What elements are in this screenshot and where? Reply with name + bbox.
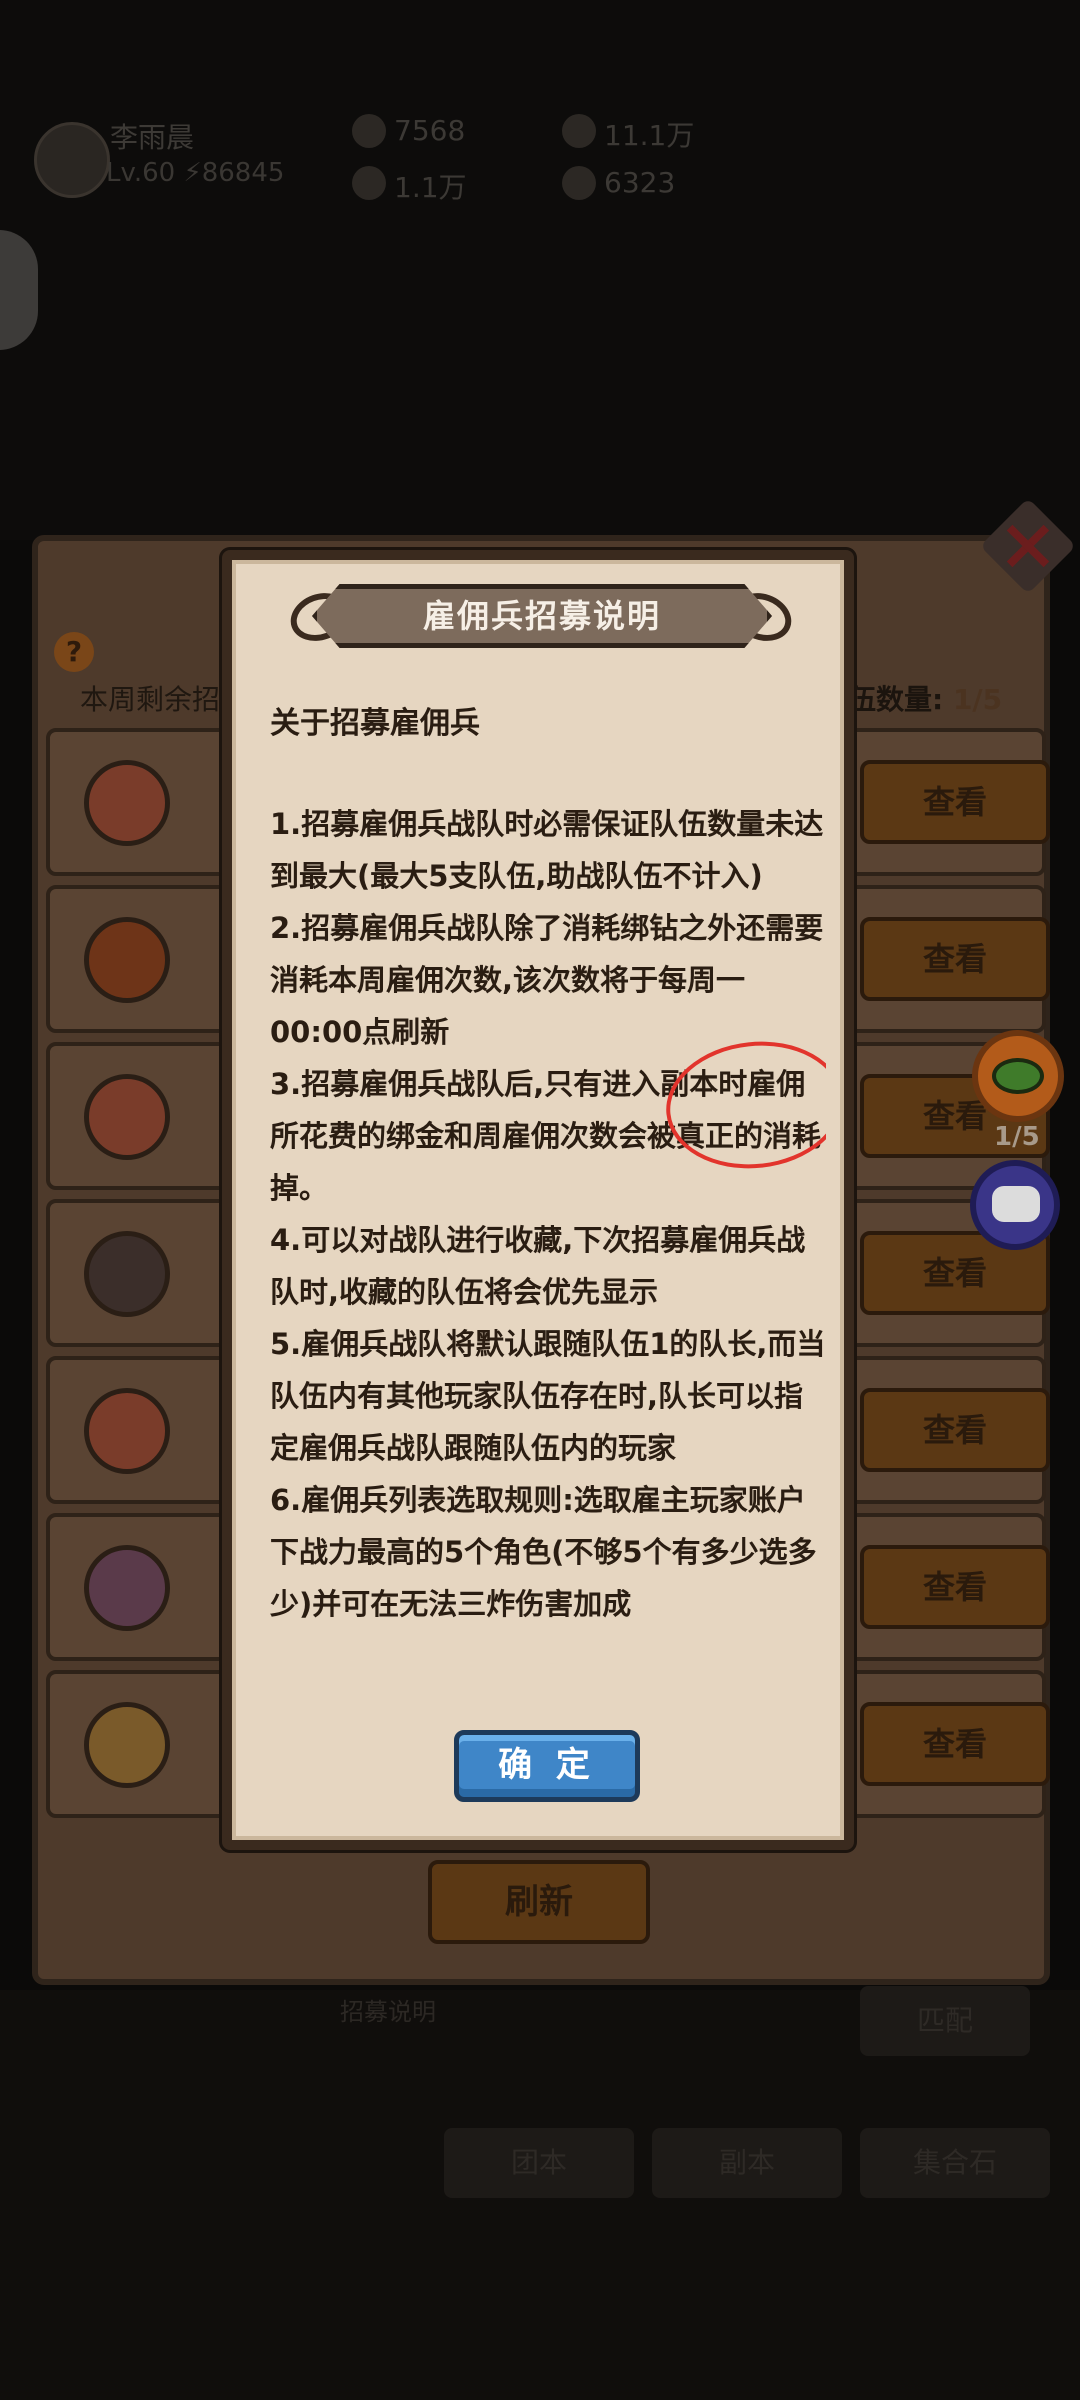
view-button[interactable]: 查看 (860, 1545, 1050, 1629)
rule-4: 4.可以对战队进行收藏,下次招募雇佣兵战队时,收藏的队伍将会优先显示 (270, 1223, 806, 1309)
rule-1: 1.招募雇佣兵战队时必需保证队伍数量未达到最大(最大5支队伍,助战队伍不计入) (270, 807, 824, 893)
view-button[interactable]: 查看 (860, 917, 1050, 1001)
chat-icon[interactable] (970, 1160, 1060, 1250)
eye-count: 1/5 (994, 1122, 1040, 1152)
player-name: 李雨晨 (110, 121, 195, 154)
section-title: 关于招募雇佣兵 (270, 706, 480, 741)
tab-raid[interactable]: 团本 (444, 2128, 634, 2198)
view-button[interactable]: 查看 (860, 1702, 1050, 1786)
confirm-button[interactable]: 确 定 (454, 1730, 640, 1802)
background-top-area (0, 0, 1080, 540)
view-button[interactable]: 查看 (860, 760, 1050, 844)
dialog-body[interactable]: 关于招募雇佣兵 1.招募雇佣兵战队时必需保证队伍数量未达到最大(最大5支队伍,助… (270, 698, 826, 1658)
recruit-info-dialog: 雇佣兵招募说明 关于招募雇佣兵 1.招募雇佣兵战队时必需保证队伍数量未达到最大(… (222, 550, 854, 1850)
resource-gold: 11.1万 (604, 119, 695, 152)
week-remaining-label: 本周剩余招 (80, 683, 221, 716)
tab-dungeon[interactable]: 副本 (652, 2128, 842, 2198)
mercenary-avatar (84, 1702, 170, 1788)
mercenary-avatar (84, 1388, 170, 1474)
resource-bound-diamond: 1.1万 (394, 171, 467, 204)
view-button[interactable]: 查看 (860, 1388, 1050, 1472)
recruit-hint[interactable]: 招募说明 (340, 1992, 436, 2027)
rule-5: 5.雇佣兵战队将默认跟随队伍1的队长,而当队伍内有其他玩家队伍存在时,队长可以指… (270, 1327, 826, 1465)
mercenary-avatar (84, 917, 170, 1003)
player-level: Lv.60 ⚡86845 (106, 158, 285, 188)
bound-diamond-icon (352, 166, 386, 200)
tab-gathering-stone[interactable]: 集合石 (860, 2128, 1050, 2198)
mercenary-avatar (84, 1231, 170, 1317)
rule-2: 2.招募雇佣兵战队除了消耗绑钻之外还需要消耗本周雇佣次数,该次数将于每周一00:… (270, 911, 824, 1049)
help-icon[interactable]: ? (54, 632, 94, 672)
mercenary-avatar (84, 760, 170, 846)
team-count: 伍数量: 1/5 (848, 683, 1003, 716)
resource-diamond: 7568 (394, 114, 466, 147)
rule-6: 6.雇佣兵列表选取规则:选取雇主玩家账户下战力最高的5个角色(不够5个有多少选多… (270, 1483, 817, 1621)
resource-bound-gold: 6323 (604, 166, 676, 199)
match-button[interactable]: 匹配 (860, 1986, 1030, 2056)
eye-icon[interactable] (972, 1030, 1064, 1122)
refresh-button[interactable]: 刷新 (428, 1860, 650, 1944)
gold-icon (562, 114, 596, 148)
player-avatar[interactable] (34, 122, 110, 198)
diamond-icon (352, 114, 386, 148)
mercenary-avatar (84, 1074, 170, 1160)
bound-gold-icon (562, 166, 596, 200)
mercenary-avatar (84, 1545, 170, 1631)
dialog-title: 雇佣兵招募说明 (422, 597, 661, 635)
